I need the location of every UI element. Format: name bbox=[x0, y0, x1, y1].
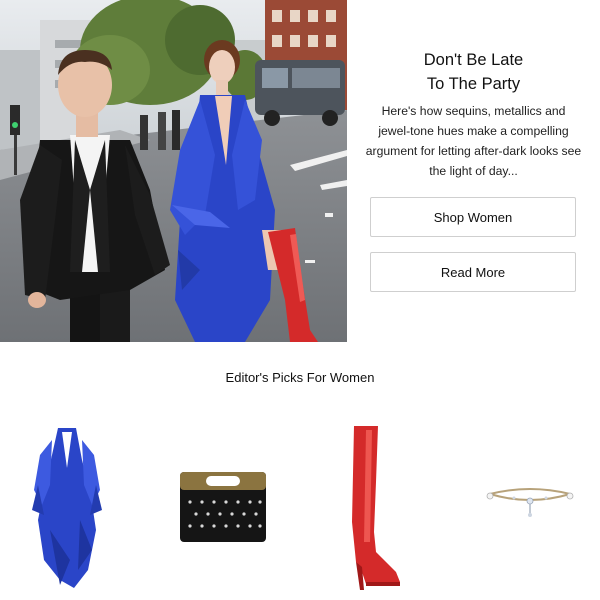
product-red-boot[interactable] bbox=[336, 422, 402, 590]
editors-picks-heading: Editor's Picks For Women bbox=[225, 370, 375, 385]
product-blue-dress[interactable] bbox=[30, 420, 104, 588]
crystal-choker-necklace-icon bbox=[486, 488, 574, 517]
promo-description-line-2: jewel-tone hues make a compelling bbox=[378, 124, 569, 138]
promo-description: Here's how sequins, metallics and jewel-… bbox=[363, 101, 584, 181]
blue-ruffle-dress-icon bbox=[32, 428, 102, 588]
hero-photo bbox=[0, 0, 347, 342]
promo-description-line-1: Here's how sequins, metallics and bbox=[381, 104, 566, 118]
product-studded-clutch[interactable] bbox=[176, 468, 270, 546]
promo-panel: Don't Be Late To The Party Here's how se… bbox=[347, 0, 600, 342]
product-choker-necklace[interactable] bbox=[484, 480, 576, 520]
promo-description-line-4: the light of day... bbox=[429, 164, 518, 178]
read-more-button[interactable]: Read More bbox=[370, 252, 576, 292]
page: Don't Be Late To The Party Here's how se… bbox=[0, 0, 600, 600]
shop-women-button[interactable]: Shop Women bbox=[370, 197, 576, 237]
promo-description-line-3: argument for letting after-dark looks se… bbox=[365, 144, 582, 158]
promo-title-line-2: To The Party bbox=[426, 75, 521, 93]
promo-title-line-1: Don't Be Late bbox=[423, 51, 524, 69]
promo-title: Don't Be Late To The Party bbox=[347, 48, 600, 96]
red-thigh-high-boot-icon bbox=[352, 426, 400, 590]
studded-clutch-bag-icon bbox=[180, 472, 266, 542]
hero-image[interactable] bbox=[0, 0, 347, 342]
